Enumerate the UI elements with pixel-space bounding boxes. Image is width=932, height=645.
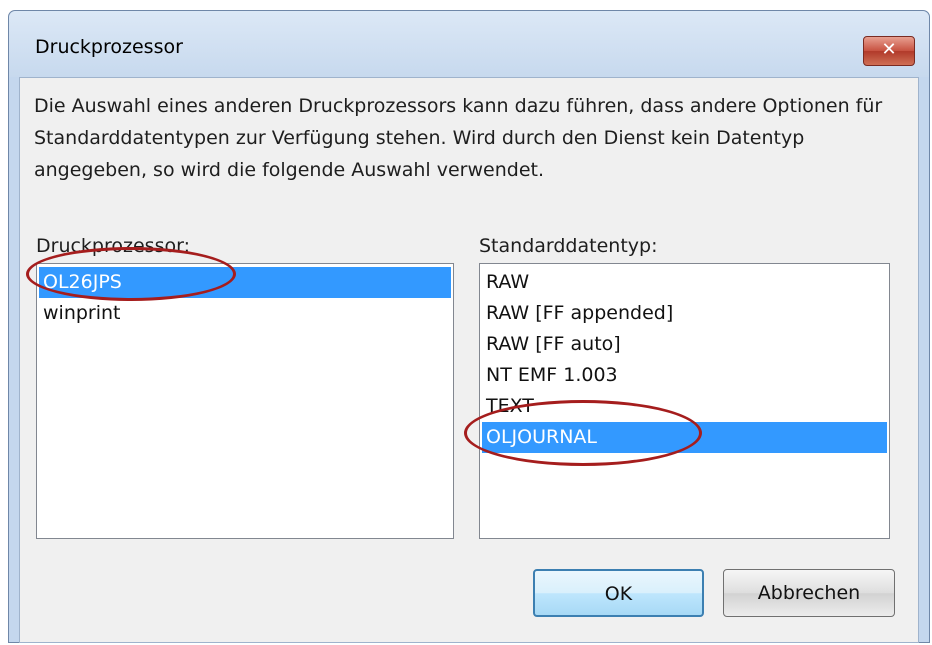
dialog-title: Druckprozessor [35, 36, 183, 58]
processor-list-label: Druckprozessor: [36, 235, 190, 257]
datatype-listbox[interactable]: RAW RAW [FF appended] RAW [FF auto] NT E… [479, 263, 890, 539]
datatype-list-label: Standarddatentyp: [479, 235, 658, 257]
list-item-raw-ff-appended[interactable]: RAW [FF appended] [482, 298, 887, 329]
cancel-button[interactable]: Abbrechen [723, 569, 895, 617]
ok-button[interactable]: OK [533, 569, 704, 617]
processor-listbox[interactable]: OL26JPS winprint [36, 263, 454, 539]
list-item-ol26jps[interactable]: OL26JPS [39, 267, 451, 298]
dialog-content: Die Auswahl eines anderen Druckprozessor… [19, 77, 919, 643]
close-button[interactable]: ✕ [863, 36, 915, 66]
list-item-raw-ff-auto[interactable]: RAW [FF auto] [482, 329, 887, 360]
print-processor-dialog: Druckprozessor ✕ Die Auswahl eines ander… [8, 10, 930, 643]
title-bar[interactable]: Druckprozessor ✕ [9, 11, 929, 77]
close-icon: ✕ [881, 39, 897, 60]
list-item-winprint[interactable]: winprint [39, 298, 451, 329]
list-item-text[interactable]: TEXT [482, 391, 887, 422]
description-text: Die Auswahl eines anderen Druckprozessor… [34, 95, 883, 181]
list-item-raw[interactable]: RAW [482, 267, 887, 298]
list-item-oljournal[interactable]: OLJOURNAL [482, 422, 887, 453]
list-item-nt-emf[interactable]: NT EMF 1.003 [482, 360, 887, 391]
